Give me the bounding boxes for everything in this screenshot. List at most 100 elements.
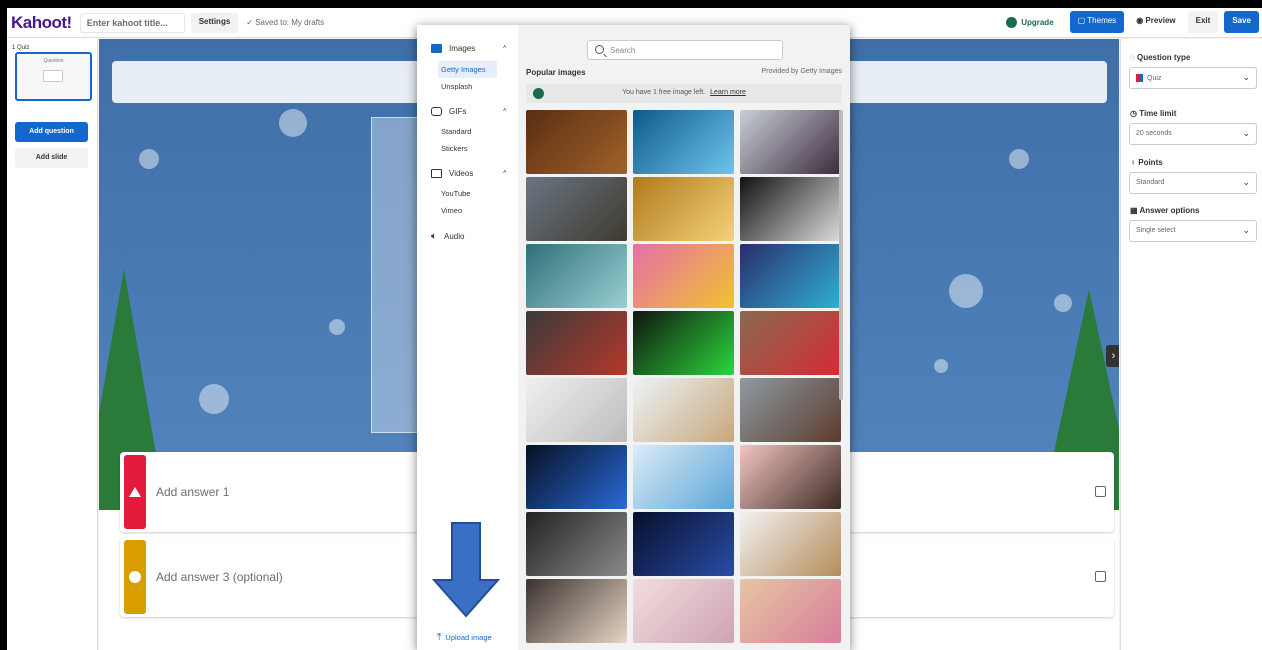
themes-label: Themes — [1087, 16, 1117, 25]
image-thumbnail-gamer[interactable] — [740, 244, 841, 308]
image-thumbnail-pink-scene[interactable] — [633, 579, 734, 643]
image-thumbnail-cartoon-people[interactable] — [740, 445, 841, 509]
category-audio-label: Audio — [444, 232, 465, 241]
annotation-arrow-down-icon — [432, 522, 500, 618]
image-thumbnail-girl-science[interactable] — [633, 378, 734, 442]
quiz-icon — [1136, 74, 1143, 82]
image-thumbnail-spotlight-blue[interactable] — [633, 110, 734, 174]
answer-1-color-bar — [124, 455, 146, 529]
snowflake — [329, 319, 345, 335]
eye-icon: ◉ — [1136, 16, 1146, 25]
settings-button[interactable]: Settings — [190, 12, 239, 33]
upload-image-button[interactable]: ⤒ Upload image — [437, 632, 492, 643]
image-thumbnail-xray-body[interactable] — [526, 445, 627, 509]
preview-label: Preview — [1145, 16, 1176, 25]
provided-by-label: Provided by Getty Images — [761, 68, 842, 75]
snowflake — [1009, 149, 1029, 169]
image-thumbnail-stage-lights[interactable] — [633, 177, 734, 241]
sub-vimeo[interactable]: Vimeo — [438, 202, 465, 219]
free-image-text: You have 1 free image left. — [622, 89, 706, 96]
clock-icon: ◷ — [1130, 109, 1140, 118]
collapse-images-icon[interactable]: ˄ — [503, 45, 507, 51]
search-input[interactable]: Search — [587, 40, 783, 60]
question-type-icon: ◌ — [1130, 53, 1137, 62]
free-image-banner: You have 1 free image left. Learn more — [526, 84, 842, 103]
points-label: ♀ Points — [1130, 158, 1163, 167]
image-thumbnail-coffee-beans[interactable] — [526, 110, 627, 174]
answer-3-image-icon[interactable] — [1095, 571, 1106, 582]
time-limit-label: ◷ Time limit — [1130, 109, 1176, 118]
question-type-select[interactable]: Quiz ⌄ — [1129, 67, 1257, 89]
learn-more-link[interactable]: Learn more — [710, 89, 746, 96]
settings-panel: ◌ Question type Quiz ⌄ ◷ Time limit 20 s… — [1120, 39, 1262, 650]
slide-thumbnail[interactable]: Question — [15, 52, 92, 101]
kahoot-title-input[interactable]: Enter kahoot title... — [79, 12, 185, 33]
category-videos[interactable]: Videos — [431, 169, 473, 178]
scrollbar-thumb[interactable] — [839, 110, 843, 400]
chevron-down-icon: ⌄ — [1242, 128, 1250, 138]
media-results-area: Search Popular images Provided by Getty … — [518, 25, 850, 650]
image-thumbnail-sparkle-ball[interactable] — [740, 512, 841, 576]
points-select[interactable]: Standard ⌄ — [1129, 172, 1257, 194]
sub-getty-images[interactable]: Getty Images — [438, 61, 497, 78]
category-images[interactable]: Images — [431, 44, 475, 53]
sub-unsplash[interactable]: Unsplash — [438, 78, 475, 95]
image-thumbnail-red-blocks[interactable] — [526, 311, 627, 375]
exit-button[interactable]: Exit — [1187, 11, 1219, 33]
search-placeholder: Search — [610, 46, 636, 55]
answer-options-value: Single select — [1136, 227, 1176, 234]
medal-icon: ♀ — [1130, 158, 1139, 167]
snowflake — [949, 274, 983, 308]
top-bar-actions: Upgrade ▢ Themes ◉ Preview Exit Save — [1006, 11, 1262, 33]
image-thumbnail-carousel[interactable] — [526, 579, 627, 643]
category-videos-label: Videos — [449, 169, 474, 178]
save-button[interactable]: Save — [1224, 11, 1259, 33]
image-thumbnail-heartbeat[interactable] — [633, 512, 734, 576]
collapse-gifs-icon[interactable]: ˄ — [503, 108, 507, 114]
answer-1-image-icon[interactable] — [1095, 486, 1106, 497]
image-thumbnail-green-screen[interactable] — [633, 311, 734, 375]
image-thumbnail-hand-chart[interactable] — [526, 244, 627, 308]
image-thumbnail-woman-cheering[interactable] — [740, 378, 841, 442]
upgrade-star-icon — [1006, 16, 1018, 28]
points-label-text: Points — [1138, 158, 1163, 167]
kahoot-logo[interactable]: Kahoot! — [11, 13, 72, 33]
image-thumbnail-wind-turbine[interactable] — [526, 177, 627, 241]
sub-youtube[interactable]: YouTube — [438, 185, 473, 202]
chevron-right-icon[interactable]: › — [1106, 345, 1119, 367]
upgrade-button[interactable]: Upgrade — [1006, 16, 1054, 28]
add-question-button[interactable]: Add question — [15, 122, 88, 142]
image-thumbnail-light-beams[interactable] — [740, 177, 841, 241]
themes-button[interactable]: ▢ Themes — [1069, 11, 1125, 33]
question-type-label: ◌ Question type — [1130, 53, 1190, 62]
category-gifs[interactable]: GIFs — [431, 107, 466, 116]
points-value: Standard — [1136, 179, 1165, 186]
category-audio[interactable]: 🔈︎ Audio — [431, 231, 464, 242]
video-icon — [431, 169, 442, 178]
collapse-videos-icon[interactable]: ˄ — [503, 170, 507, 176]
image-thumbnail-boy-laptop[interactable] — [740, 110, 841, 174]
image-thumbnail-kids-couch[interactable] — [740, 311, 841, 375]
image-thumbnail-dots-circle[interactable] — [526, 378, 627, 442]
audio-icon: 🔈︎ — [431, 231, 437, 242]
time-limit-select[interactable]: 20 seconds ⌄ — [1129, 123, 1257, 145]
preview-button[interactable]: ◉ Preview — [1130, 11, 1181, 33]
free-image-text-row: You have 1 free image left. Learn more — [526, 89, 842, 96]
slide-thumbnail-label: Question — [43, 58, 64, 64]
image-thumbnail-football-player[interactable] — [526, 512, 627, 576]
sub-stickers[interactable]: Stickers — [438, 140, 471, 157]
image-thumbnail-woman-hat[interactable] — [740, 579, 841, 643]
snowflake — [199, 384, 229, 414]
category-images-label: Images — [449, 44, 476, 53]
answer-options-label-text: Answer options — [1139, 206, 1200, 215]
image-icon — [431, 44, 442, 53]
sub-standard[interactable]: Standard — [438, 123, 474, 140]
time-limit-label-text: Time limit — [1139, 109, 1177, 118]
answer-options-select[interactable]: Single select ⌄ — [1129, 220, 1257, 242]
image-thumbnail-brain-xray[interactable] — [633, 445, 734, 509]
slide-number-label: 1 Quiz — [12, 45, 30, 51]
add-slide-button[interactable]: Add slide — [15, 148, 88, 168]
image-thumbnail-pop-art-faces[interactable] — [633, 244, 734, 308]
answer-1-placeholder: Add answer 1 — [156, 485, 230, 499]
snowflake — [139, 149, 159, 169]
